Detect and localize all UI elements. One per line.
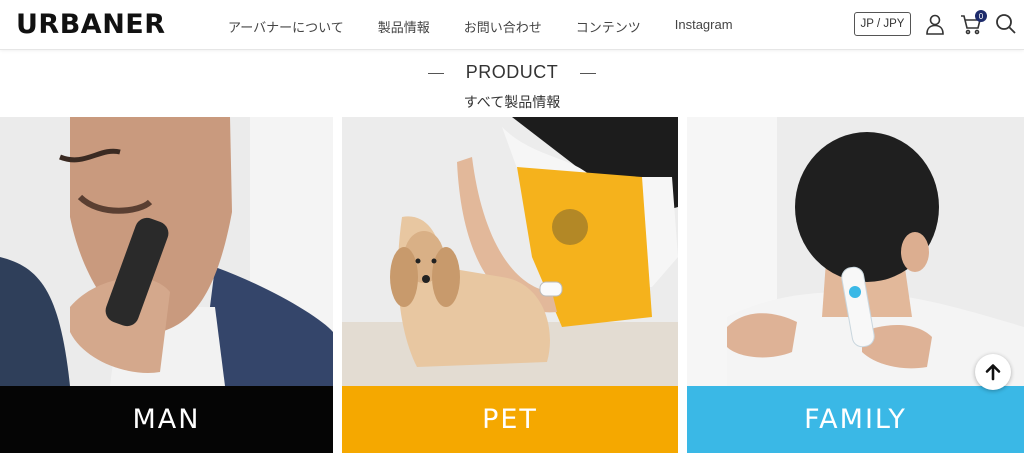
- pet-label: PET: [482, 404, 538, 435]
- man-photo: [0, 117, 333, 386]
- main-nav: アーバナーについて 製品情報 お問い合わせ コンテンツ Instagram: [228, 17, 767, 36]
- product-card-man[interactable]: MAN: [0, 117, 333, 453]
- language-currency-button[interactable]: JP / JPY: [854, 12, 911, 36]
- section-title-text: PRODUCT: [465, 62, 559, 82]
- man-label-bar[interactable]: MAN: [0, 386, 333, 453]
- title-dash-left: [427, 72, 444, 74]
- pet-label-bar[interactable]: PET: [342, 386, 678, 453]
- nav-item-instagram[interactable]: Instagram: [675, 17, 733, 36]
- nav-item-contact[interactable]: お問い合わせ: [464, 17, 542, 36]
- section-subtitle: すべて製品情報: [463, 94, 561, 110]
- man-label: MAN: [132, 404, 201, 435]
- nav-item-about[interactable]: アーバナーについて: [228, 17, 344, 36]
- family-label-bar[interactable]: FAMILY: [687, 386, 1024, 453]
- nav-item-contents[interactable]: コンテンツ: [576, 17, 641, 36]
- site-header: URBANER アーバナーについて 製品情報 お問い合わせ コンテンツ Inst…: [0, 0, 1024, 50]
- section-title: PRODUCT: [0, 62, 1024, 83]
- logo[interactable]: URBANER: [16, 8, 166, 40]
- product-card-pet[interactable]: PET: [342, 117, 678, 453]
- logo-text: URBANER: [16, 8, 166, 40]
- scroll-to-top-button[interactable]: [975, 354, 1011, 390]
- user-icon[interactable]: [923, 12, 947, 36]
- pet-photo: [342, 117, 678, 386]
- arrow-up-icon: [985, 364, 1001, 381]
- search-icon[interactable]: [994, 12, 1018, 36]
- cart-count-badge: 0: [975, 10, 987, 22]
- family-photo: [687, 117, 1024, 386]
- title-dash-right: [580, 72, 597, 74]
- nav-item-products[interactable]: 製品情報: [378, 17, 430, 36]
- family-label: FAMILY: [804, 404, 907, 435]
- product-card-family[interactable]: FAMILY: [687, 117, 1024, 453]
